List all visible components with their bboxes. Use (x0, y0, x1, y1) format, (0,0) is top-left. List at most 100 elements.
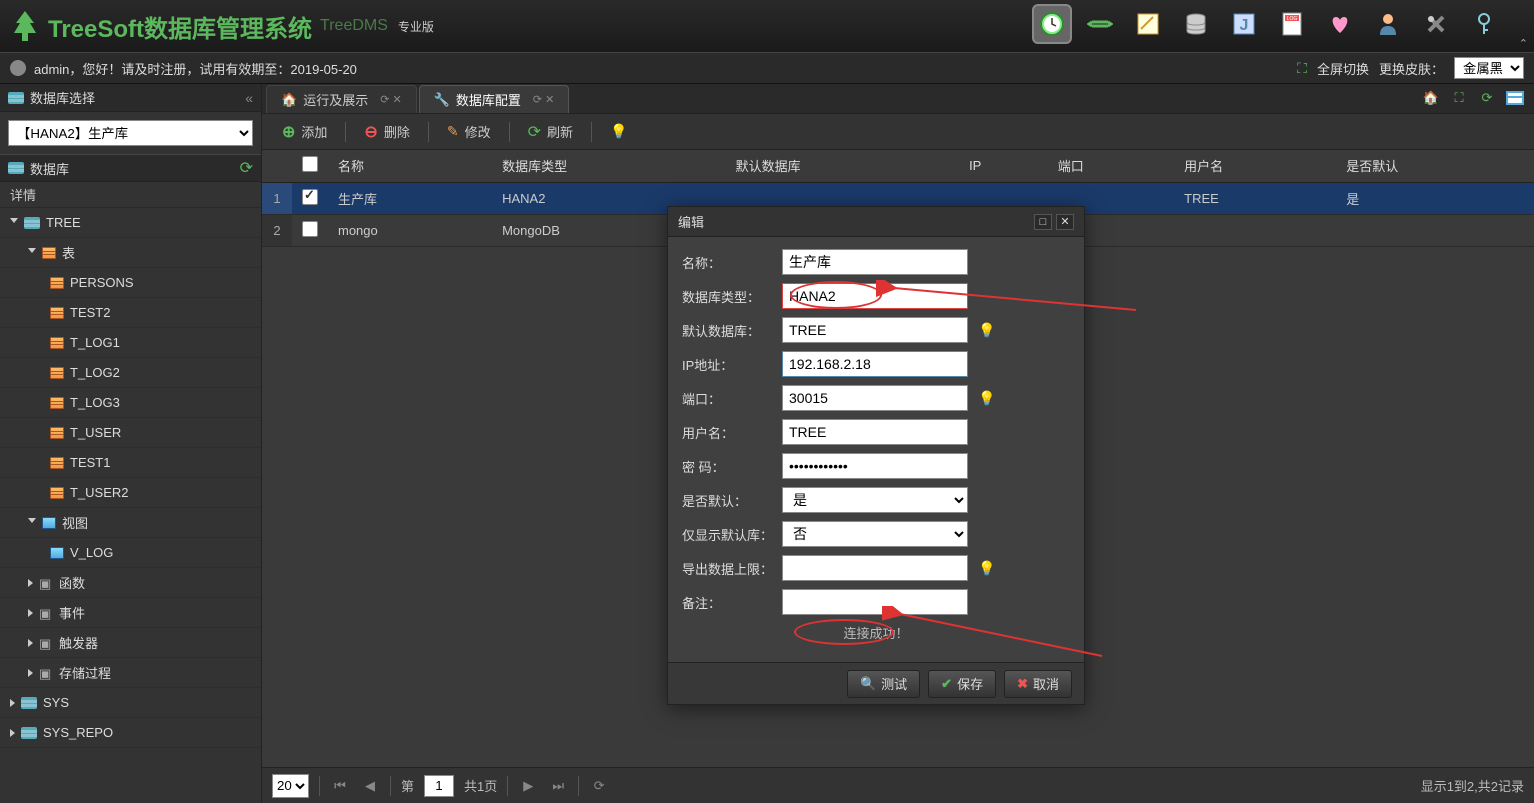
tab-expand-icon[interactable]: ⛶ (1448, 87, 1470, 109)
column-header[interactable]: 默认数据库 (726, 150, 959, 182)
test-button[interactable]: 🔍测试 (847, 670, 920, 698)
toolbar-j-icon[interactable]: J (1224, 4, 1264, 44)
tree-item[interactable]: ▣存储过程 (0, 658, 261, 688)
column-header[interactable]: 名称 (328, 150, 492, 182)
tree-item[interactable]: TEST2 (0, 298, 261, 328)
sidebar-detail[interactable]: 详情 (0, 182, 261, 208)
tree-item[interactable]: T_LOG2 (0, 358, 261, 388)
toolbar-user-icon[interactable] (1368, 4, 1408, 44)
pager: ⏮ ◀ 第 共1页 ▶ ⏭ ⟳ (330, 775, 609, 797)
delete-button[interactable]: ⊖删除 (354, 119, 419, 145)
pwd-field[interactable] (782, 453, 968, 479)
dialog-titlebar[interactable]: 编辑 □ ✕ (668, 207, 1084, 237)
tab-close-icon[interactable]: ⟳ ✕ (380, 93, 402, 106)
checkbox[interactable] (302, 221, 318, 237)
tree-item[interactable]: SYS (0, 688, 261, 718)
chevron-icon (28, 248, 36, 257)
tree-item[interactable]: 视图 (0, 508, 261, 538)
tab[interactable]: 🏠运行及展示⟳ ✕ (266, 85, 417, 113)
grid-status: 显示1到2,共2记录 (1421, 776, 1524, 795)
tab-refresh-icon[interactable]: ⟳ (1476, 87, 1498, 109)
edit-button[interactable]: ✎修改 (437, 119, 501, 145)
toolbar-tools-icon[interactable] (1416, 4, 1456, 44)
tree-item[interactable]: TEST1 (0, 448, 261, 478)
save-button[interactable]: ✔保存 (928, 670, 996, 698)
tab-menu-icon[interactable] (1504, 87, 1526, 109)
tree-item[interactable]: T_LOG1 (0, 328, 261, 358)
column-header[interactable]: 用户名 (1174, 150, 1336, 182)
port-field[interactable] (782, 385, 968, 411)
sidebar-collapse-icon[interactable]: « (245, 90, 253, 106)
defaultdb-field[interactable] (782, 317, 968, 343)
cancel-button[interactable]: ✖取消 (1004, 670, 1072, 698)
column-header[interactable]: 数据库类型 (492, 150, 725, 182)
column-header[interactable]: 端口 (1048, 150, 1174, 182)
app-edition: 专业版 (398, 18, 434, 35)
onlydefault-label: 仅显示默认库： (682, 525, 782, 544)
page-input[interactable] (424, 775, 454, 797)
tree-item[interactable]: ▣事件 (0, 598, 261, 628)
remark-field[interactable] (782, 589, 968, 615)
page-first-icon[interactable]: ⏮ (330, 776, 350, 796)
toolbar-edit-icon[interactable] (1128, 4, 1168, 44)
bulb-icon[interactable]: 💡 (978, 390, 995, 407)
tree-item[interactable]: 表 (0, 238, 261, 268)
chevron-icon (28, 579, 33, 587)
cell: 是 (1336, 182, 1534, 214)
pagesize-select[interactable]: 20 (272, 774, 309, 798)
tree-item-label: 事件 (59, 603, 85, 622)
add-button[interactable]: ⊕添加 (272, 119, 337, 145)
column-header[interactable]: 是否默认 (1336, 150, 1534, 182)
user-field[interactable] (782, 419, 968, 445)
bulb-icon[interactable]: 💡 (978, 322, 995, 339)
toolbar-sync-icon[interactable] (1080, 4, 1120, 44)
column-header[interactable]: IP (959, 150, 1048, 182)
tree-item[interactable]: PERSONS (0, 268, 261, 298)
ip-field[interactable] (782, 351, 968, 377)
toolbar-log-icon[interactable]: LOG (1272, 4, 1312, 44)
pwd-label: 密 码： (682, 457, 782, 476)
refresh-icon[interactable]: ⟳ (240, 158, 253, 178)
exportlimit-field[interactable] (782, 555, 968, 581)
table-icon (50, 307, 64, 319)
checkbox[interactable] (302, 189, 318, 205)
name-field[interactable] (782, 249, 968, 275)
skin-select[interactable]: 金属黑 (1454, 57, 1524, 79)
isdefault-select[interactable]: 是 (782, 487, 968, 513)
tab-home-icon[interactable]: 🏠 (1420, 87, 1442, 109)
view-folder-icon (42, 517, 56, 529)
db-select[interactable]: 【HANA2】生产库 (8, 120, 253, 146)
tabs-right-controls: 🏠 ⛶ ⟳ (1416, 83, 1530, 113)
help-button[interactable]: 💡 (600, 119, 637, 145)
tree-item[interactable]: T_USER (0, 418, 261, 448)
toolbar-heart-icon[interactable] (1320, 4, 1360, 44)
tree-item[interactable]: ▣触发器 (0, 628, 261, 658)
dbtype-field[interactable] (782, 283, 968, 309)
tree-item[interactable]: ▣函数 (0, 568, 261, 598)
chevron-icon (28, 669, 33, 677)
dialog-max-icon[interactable]: □ (1034, 214, 1052, 230)
toolbar-db-icon[interactable] (1176, 4, 1216, 44)
page-last-icon[interactable]: ⏭ (548, 776, 568, 796)
fullscreen-icon[interactable]: ⛶ (1297, 60, 1307, 77)
page-prev-icon[interactable]: ◀ (360, 776, 380, 796)
toolbar-clock-icon[interactable] (1032, 4, 1072, 44)
cell: mongo (328, 214, 492, 246)
tab[interactable]: 🔧数据库配置⟳ ✕ (419, 85, 570, 113)
page-next-icon[interactable]: ▶ (518, 776, 538, 796)
tab-close-icon[interactable]: ⟳ ✕ (533, 93, 555, 106)
tree-item[interactable]: T_LOG3 (0, 388, 261, 418)
toolbar-key-icon[interactable] (1464, 4, 1504, 44)
page-reload-icon[interactable]: ⟳ (589, 776, 609, 796)
refresh-button[interactable]: ⟳刷新 (518, 119, 583, 145)
tree-item[interactable]: T_USER2 (0, 478, 261, 508)
onlydefault-select[interactable]: 否 (782, 521, 968, 547)
checkbox[interactable] (302, 156, 318, 172)
dialog-close-icon[interactable]: ✕ (1056, 214, 1074, 230)
tree-item[interactable]: SYS_REPO (0, 718, 261, 748)
tree-item[interactable]: V_LOG (0, 538, 261, 568)
bulb-icon[interactable]: 💡 (978, 560, 995, 577)
header-expand-icon[interactable]: ⌃ (1519, 37, 1528, 50)
fullscreen-label[interactable]: 全屏切换 (1317, 59, 1369, 78)
tree-item[interactable]: TREE (0, 208, 261, 238)
